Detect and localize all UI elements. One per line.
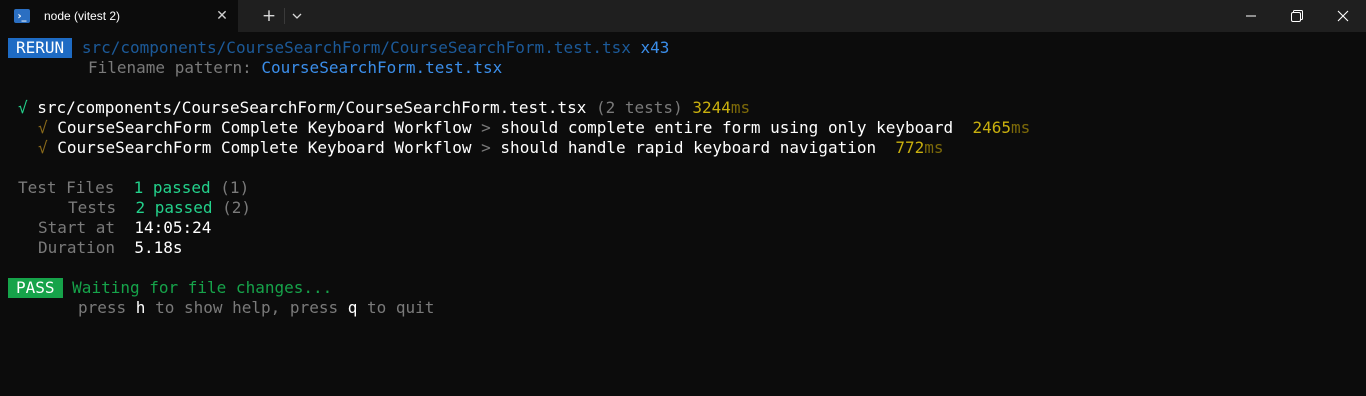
summary-start: Start at 14:05:24 <box>0 218 1366 238</box>
test-files-label: Test Files <box>18 178 115 197</box>
waiting-text: Waiting for file changes... <box>72 278 333 297</box>
summary-test-files: Test Files 1 passed (1) <box>0 178 1366 198</box>
suite-time: 3244 <box>692 98 731 117</box>
pattern-line: Filename pattern: CourseSearchForm.test.… <box>0 58 1366 78</box>
help-text-2: to show help, press <box>145 298 348 317</box>
summary-tests: Tests 2 passed (2) <box>0 198 1366 218</box>
test-arrow: > <box>481 138 491 157</box>
close-tab-icon[interactable]: ✕ <box>214 8 230 24</box>
test-describe: CourseSearchForm Complete Keyboard Workf… <box>57 138 472 157</box>
pattern-label: Filename pattern: <box>88 58 262 77</box>
help-key-q: q <box>347 298 358 317</box>
terminal-tab[interactable]: ›_ node (vitest 2) ✕ <box>0 0 238 32</box>
test-name: should handle rapid keyboard navigation <box>500 138 877 157</box>
test-name: should complete entire form using only k… <box>500 118 954 137</box>
rerun-line: RERUN src/components/CourseSearchForm/Co… <box>0 38 1366 58</box>
pass-line: PASS Waiting for file changes... <box>0 278 1366 298</box>
start-value: 14:05:24 <box>134 218 212 237</box>
title-bar: ›_ node (vitest 2) ✕ + <box>0 0 1366 32</box>
suite-path: src/components/CourseSearchForm/CourseSe… <box>37 98 587 117</box>
check-icon: √ <box>38 138 48 157</box>
test-line: √ CourseSearchForm Complete Keyboard Wor… <box>0 118 1366 138</box>
restore-icon[interactable] <box>1274 0 1320 32</box>
test-time: 2465 <box>972 118 1011 137</box>
powershell-icon: ›_ <box>14 9 30 23</box>
suite-line: √ src/components/CourseSearchForm/Course… <box>0 98 1366 118</box>
help-text-1: press <box>78 298 136 317</box>
duration-label: Duration <box>38 238 116 257</box>
suite-time-unit: ms <box>730 98 751 117</box>
summary-duration: Duration 5.18s <box>0 238 1366 258</box>
pass-badge: PASS <box>8 278 63 298</box>
tests-value: 2 passed <box>135 198 213 217</box>
rerun-badge: RERUN <box>8 38 73 58</box>
chevron-down-icon[interactable] <box>285 0 309 32</box>
help-key-h: h <box>135 298 146 317</box>
tests-label: Tests <box>68 198 117 217</box>
test-line: √ CourseSearchForm Complete Keyboard Wor… <box>0 138 1366 158</box>
test-describe: CourseSearchForm Complete Keyboard Workf… <box>57 118 472 137</box>
tests-total: (2) <box>222 198 252 217</box>
test-time: 772 <box>895 138 925 157</box>
test-time-unit: ms <box>924 138 944 157</box>
tab-title: node (vitest 2) <box>44 9 121 23</box>
terminal-output[interactable]: RERUN src/components/CourseSearchForm/Co… <box>0 32 1366 396</box>
close-window-icon[interactable] <box>1320 0 1366 32</box>
pattern-value: CourseSearchForm.test.tsx <box>261 58 503 77</box>
check-icon: √ <box>38 118 48 137</box>
test-files-value: 1 passed <box>133 178 211 197</box>
rerun-count: x43 <box>640 38 670 57</box>
new-tab-button[interactable]: + <box>254 0 284 32</box>
test-time-unit: ms <box>1010 118 1031 137</box>
minimize-icon[interactable] <box>1228 0 1274 32</box>
help-text-3: to quit <box>357 298 435 317</box>
window-controls <box>1228 0 1366 32</box>
suite-tests-info: (2 tests) <box>596 98 683 117</box>
help-line: press h to show help, press q to quit <box>0 298 1366 318</box>
duration-value: 5.18s <box>134 238 183 257</box>
test-arrow: > <box>481 118 491 137</box>
check-icon: √ <box>18 98 28 117</box>
start-label: Start at <box>38 218 116 237</box>
rerun-path: src/components/CourseSearchForm/CourseSe… <box>81 38 631 57</box>
test-files-total: (1) <box>220 178 250 197</box>
